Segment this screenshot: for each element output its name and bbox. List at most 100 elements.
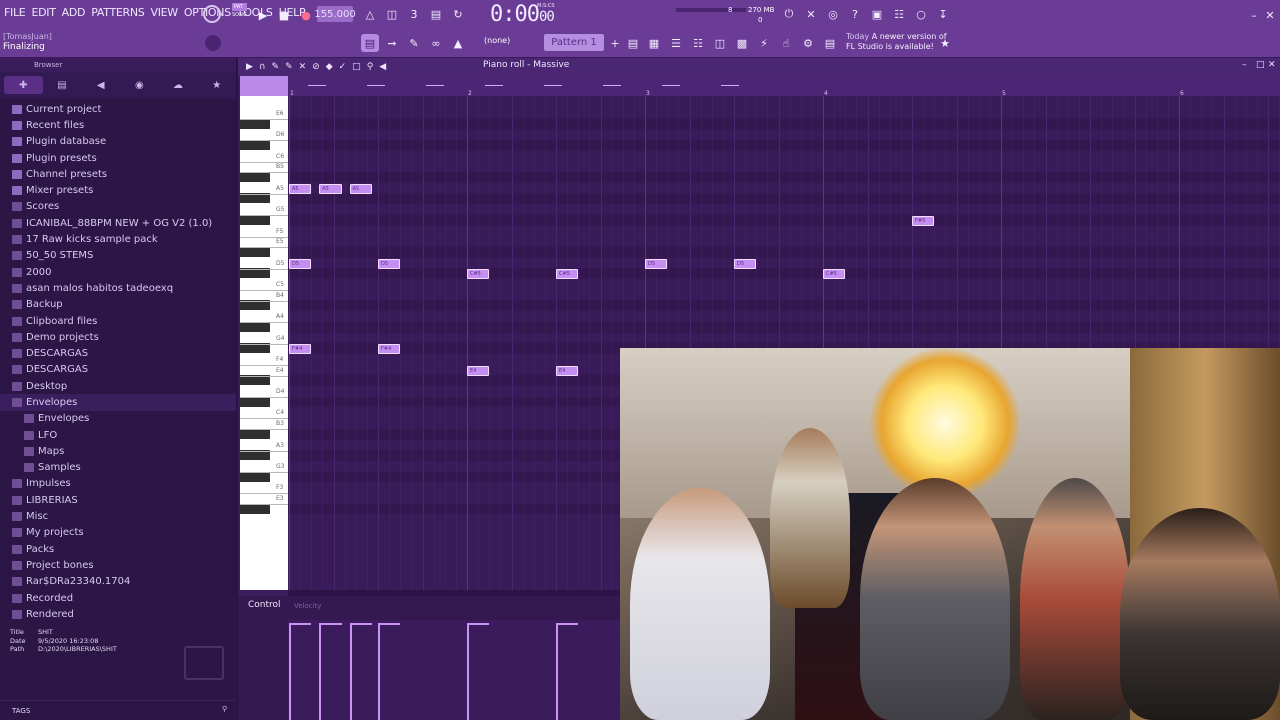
- pencil-icon[interactable]: ✎: [405, 34, 423, 52]
- minimize-icon[interactable]: –: [1248, 6, 1260, 24]
- black-key[interactable]: [240, 193, 270, 204]
- wait-input-icon[interactable]: ◫: [383, 5, 401, 23]
- browser-tab-starred[interactable]: ★: [197, 76, 236, 94]
- tools-icon[interactable]: ⚙: [799, 34, 817, 52]
- browser-tab-all[interactable]: ✚: [4, 76, 43, 94]
- timeline-ruler[interactable]: 123456: [288, 76, 1280, 97]
- browser-tab-plugins[interactable]: ◉: [120, 76, 159, 94]
- browser-item[interactable]: Misc: [0, 508, 236, 524]
- browser-item[interactable]: Packs: [0, 541, 236, 557]
- play-icon[interactable]: ▶: [254, 6, 272, 24]
- mute-tool-icon[interactable]: ⊘: [312, 62, 320, 72]
- menu-add[interactable]: ADD: [62, 6, 86, 19]
- browser-tab-files[interactable]: ▤: [43, 76, 82, 94]
- note[interactable]: A5: [319, 183, 342, 194]
- browser-item[interactable]: ICANIBAL_88BPM NEW + OG V2 (1.0): [0, 215, 236, 231]
- browser-item[interactable]: Impulses: [0, 476, 236, 492]
- black-key[interactable]: [240, 471, 270, 482]
- browser-item[interactable]: 2000: [0, 264, 236, 280]
- news-panel[interactable]: Today A newer version of FL Studio is av…: [846, 32, 947, 52]
- black-key[interactable]: [240, 246, 270, 257]
- black-key[interactable]: [240, 321, 270, 332]
- piano-roll-window-icon[interactable]: ▦: [645, 34, 663, 52]
- help-icon[interactable]: ?: [846, 5, 864, 23]
- pitch-knob[interactable]: [205, 35, 221, 51]
- note[interactable]: D5: [378, 258, 401, 269]
- stop-icon[interactable]: ■: [275, 6, 293, 24]
- step-edit-icon[interactable]: ▤: [427, 5, 445, 23]
- slip-tool-icon[interactable]: ◆: [326, 62, 333, 72]
- menu-patterns[interactable]: PATTERNS: [91, 6, 145, 19]
- piano-keyboard[interactable]: E6 D6 C6 B5 A5 G5 F5 E5 D5 C5 B4 A4 G4 F4 E4 D4 C4 B3 A3 G3…: [240, 96, 288, 590]
- black-key[interactable]: [240, 118, 270, 129]
- browser-item[interactable]: LFO: [0, 427, 236, 443]
- note[interactable]: D5: [734, 258, 757, 269]
- browser-item[interactable]: Current project: [0, 101, 236, 117]
- browser-item[interactable]: Scores: [0, 199, 236, 215]
- magnet-icon[interactable]: ∩: [259, 62, 266, 72]
- control-label[interactable]: Control: [248, 600, 281, 610]
- note[interactable]: A5: [349, 183, 372, 194]
- browser-item[interactable]: Demo projects: [0, 329, 236, 345]
- snap-icon[interactable]: ▤: [361, 34, 379, 52]
- paint-tool-icon[interactable]: ✎: [285, 62, 293, 72]
- slice-tool-icon[interactable]: ✓: [339, 62, 347, 72]
- pr-close-icon[interactable]: ✕: [1268, 60, 1276, 70]
- microphone-icon[interactable]: ◎: [824, 5, 842, 23]
- update-icon[interactable]: ★: [936, 34, 954, 52]
- note[interactable]: F#4: [378, 344, 401, 355]
- note[interactable]: F#4: [289, 344, 312, 355]
- black-key[interactable]: [240, 428, 270, 439]
- pr-maximize-icon[interactable]: □: [1256, 60, 1265, 70]
- browser-item[interactable]: Plugin database: [0, 134, 236, 150]
- note[interactable]: C#5: [823, 269, 846, 280]
- stamp-icon[interactable]: ▲: [449, 34, 467, 52]
- browser-item[interactable]: Mixer presets: [0, 182, 236, 198]
- browser-item[interactable]: My projects: [0, 525, 236, 541]
- add-pattern-icon[interactable]: +: [606, 34, 624, 52]
- browser-item[interactable]: 50_50 STEMS: [0, 248, 236, 264]
- menu-edit[interactable]: EDIT: [31, 6, 55, 19]
- browser-item[interactable]: Rendered: [0, 606, 236, 622]
- close-window-icon[interactable]: ✕: [1264, 6, 1276, 24]
- velocity-stem[interactable]: [467, 624, 469, 720]
- search-icon[interactable]: ⚲: [222, 705, 227, 713]
- browser-window-icon[interactable]: ◫: [711, 34, 729, 52]
- black-key[interactable]: [240, 343, 270, 354]
- browser-item[interactable]: Channel presets: [0, 166, 236, 182]
- playlist-window-icon[interactable]: ▤: [624, 34, 642, 52]
- delete-tool-icon[interactable]: ✕: [299, 62, 307, 72]
- browser-item[interactable]: Rar$DRa23340.1704: [0, 574, 236, 590]
- zoom-tool-icon[interactable]: ⚲: [367, 62, 374, 72]
- plug-icon[interactable]: ⚡: [755, 34, 773, 52]
- browser-item[interactable]: Maps: [0, 443, 236, 459]
- browser-item[interactable]: Project bones: [0, 557, 236, 573]
- velocity-stem[interactable]: [289, 624, 291, 720]
- browser-item[interactable]: LIBRERIAS: [0, 492, 236, 508]
- velocity-stem[interactable]: [349, 624, 352, 720]
- chat-icon[interactable]: ○: [912, 5, 930, 23]
- channel-rack-icon[interactable]: ☰: [667, 34, 685, 52]
- black-key[interactable]: [240, 214, 270, 225]
- velocity-stem[interactable]: [378, 624, 380, 720]
- cut-icon[interactable]: ✕: [802, 5, 820, 23]
- playlist-icon[interactable]: ➞: [383, 34, 401, 52]
- metronome-icon[interactable]: △: [361, 5, 379, 23]
- browser-item[interactable]: Backup: [0, 297, 236, 313]
- pattern-selector[interactable]: Pattern 1: [544, 34, 604, 51]
- note[interactable]: E4: [556, 365, 579, 376]
- download-icon[interactable]: ↧: [934, 5, 952, 23]
- black-key[interactable]: [240, 139, 270, 150]
- draw-tool-icon[interactable]: ✎: [272, 62, 280, 72]
- browser-item[interactable]: Samples: [0, 460, 236, 476]
- mixer-icon[interactable]: ☷: [890, 5, 908, 23]
- pattern-none-selector[interactable]: (none): [484, 36, 510, 45]
- record-icon[interactable]: ●: [297, 6, 315, 24]
- touch-icon[interactable]: ☝: [777, 34, 795, 52]
- countdown-icon[interactable]: 3: [405, 5, 423, 23]
- pr-minimize-icon[interactable]: –: [1242, 60, 1247, 70]
- select-tool-icon[interactable]: □: [352, 62, 361, 72]
- plugin-icon[interactable]: ▩: [733, 34, 751, 52]
- browser-item[interactable]: Recorded: [0, 590, 236, 606]
- browser-item[interactable]: Plugin presets: [0, 150, 236, 166]
